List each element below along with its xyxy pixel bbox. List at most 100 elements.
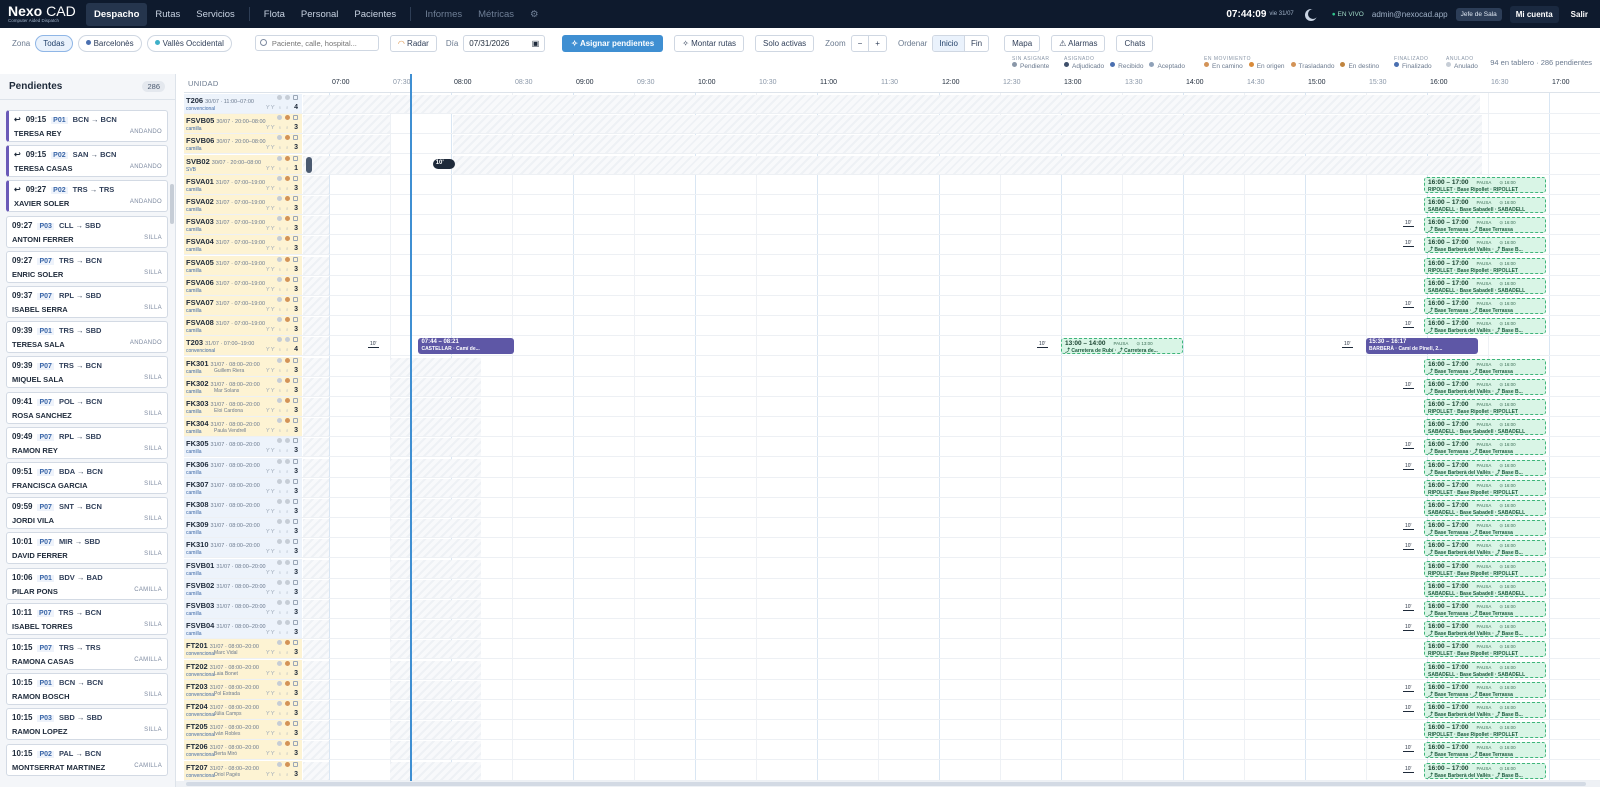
chat-icon[interactable] [293,276,298,282]
unit-label[interactable]: FK307 31/07 · 08:00–20:00 camilla ϒϒ ♁ ♁ 3 [184,477,302,497]
shift-end-marker[interactable] [306,156,312,173]
chat-icon[interactable] [293,579,298,585]
chat-icon[interactable] [293,135,298,141]
chat-icon[interactable] [293,175,298,181]
search-box[interactable] [254,35,379,51]
unit-label[interactable]: FSVA06 31/07 · 07:00–19:00 camilla ϒϒ ♁ ♁ 3 [184,275,302,295]
chat-icon[interactable] [293,680,298,686]
logout-button[interactable]: Salir [1567,6,1592,23]
chat-icon[interactable] [293,701,298,706]
pending-card[interactable]: ↩ 09:15 P01 BCN → BCN TERESA REY ANDANDO [6,110,168,142]
chat-icon[interactable] [293,499,298,504]
pending-card[interactable]: 09:39 P07 TRS → BCN MIQUEL SALA SILLA [6,356,168,389]
unit-label[interactable]: FSVB03 31/07 · 08:00–20:00 camilla ϒϒ ♁ ♁ 3 [184,599,302,618]
unit-label[interactable]: FK304 31/07 · 08:00–20:00 camilla Paula Ven… [184,417,302,437]
nav-tab-rutas[interactable]: Rutas [147,3,188,26]
chat-icon[interactable] [293,539,298,545]
chat-icon[interactable] [293,600,298,605]
pause-block[interactable]: 16:00 – 17:00 PAUSA ⊙ 16:00 ⤴ Base Barberà … [1424,237,1546,254]
pending-card[interactable]: 10:01 P07 MIR → SBD DAVID FERRER SILLA [6,532,168,565]
chats-button[interactable]: Chats [1116,34,1154,52]
unit-label[interactable]: FSVA05 31/07 · 07:00–19:00 camilla ϒϒ ♁ ♁ 3 [184,255,302,275]
pending-card[interactable]: ↩ 09:27 P02 TRS → TRS XAVIER SOLER ANDANDO [6,180,168,213]
zone-pill-0[interactable]: Todas [35,34,73,52]
pending-scrollbar[interactable] [170,184,174,224]
unit-label[interactable]: FK303 31/07 · 08:00–20:00 camilla Eloi Card… [184,397,302,416]
chat-icon[interactable] [293,337,298,343]
trip-block[interactable]: 07:44 – 08:21 CASTELLAR · Camí de... [418,338,514,355]
pending-card[interactable]: 10:06 P01 BDV → BAD PILAR PONS CAMILLA [6,567,168,600]
unit-label[interactable]: FK308 31/07 · 08:00–20:00 camilla ϒϒ ♁ ♁ 3 [184,498,302,517]
unit-label[interactable]: FSVB05 30/07 · 20:00–08:00 camilla ϒϒ ♁ ♁ 3 [184,114,302,134]
unit-label[interactable]: FSVA03 31/07 · 07:00–19:00 camilla ϒϒ ♁ ♁ 3 [184,215,302,235]
zoom-out-button[interactable]: − [852,36,869,51]
settings-gear-icon[interactable]: ⚙ [522,3,547,26]
account-button[interactable]: Mi cuenta [1509,5,1559,23]
nav-tab-informes[interactable]: Informes [417,3,470,26]
pause-block[interactable]: 16:00 – 17:00 PAUSA ⊙ 16:00 RIPOLLET · Base… [1424,722,1546,739]
chat-icon[interactable] [293,640,298,646]
pause-block[interactable]: 13:00 – 14:00 PAUSA ⊙ 13:00 ⤴ Carretera de … [1061,338,1183,355]
pause-block[interactable]: 16:00 – 17:00 PAUSA ⊙ 16:00 SABADELL · Base… [1424,500,1546,516]
pause-block[interactable]: 16:00 – 17:00 PAUSA ⊙ 16:00 RIPOLLET · Base… [1424,560,1546,577]
nav-tab-pacientes[interactable]: Pacientes [346,3,404,26]
pending-card[interactable]: 10:15 P01 BCN → BCN RAMON BOSCH SILLA [6,673,168,706]
unit-label[interactable]: FT203 31/07 · 08:00–20:00 convencional Pol … [184,679,302,699]
unit-label[interactable]: FSVA08 31/07 · 07:00–19:00 camilla ϒϒ ♁ ♁ 3 [184,316,302,336]
only-active-button[interactable]: Solo activas [755,34,815,52]
map-button[interactable]: Mapa [1004,34,1041,52]
assign-pending-button[interactable]: ✧ Asignar pendientes [562,34,664,52]
pending-card[interactable]: 10:15 P07 TRS → TRS RAMONA CASAS CAMILLA [6,638,168,670]
unit-label[interactable]: FSVB02 31/07 · 08:00–20:00 camilla ϒϒ ♁ ♁ 3 [184,578,302,598]
pending-card[interactable]: 10:15 P03 SBD → SBD RAMON LOPEZ SILLA [6,708,168,741]
chat-icon[interactable] [293,236,298,242]
build-routes-button[interactable]: ✧ Montar rutas [674,34,745,52]
pause-block[interactable]: 16:00 – 17:00 PAUSA ⊙ 16:00 SABADELL · Base… [1424,197,1546,213]
chat-icon[interactable] [293,438,298,444]
unit-label[interactable]: FK309 31/07 · 08:00–20:00 camilla ϒϒ ♁ ♁ 3 [184,518,302,538]
unit-label[interactable]: FSVB01 31/07 · 08:00–20:00 camilla ϒϒ ♁ ♁ 3 [184,558,302,578]
pause-block[interactable]: 16:00 – 17:00 PAUSA ⊙ 16:00 RIPOLLET · Base… [1424,176,1546,193]
moon-icon[interactable] [1308,9,1318,19]
unit-label[interactable]: FK301 31/07 · 08:00–20:00 camilla Guillem R… [184,356,302,376]
unit-label[interactable]: FK305 31/07 · 08:00–20:00 camilla ϒϒ ♁ ♁ 3 [184,437,302,457]
pause-block[interactable]: 16:00 – 17:00 PAUSA ⊙ 16:00 SABADELL · Base… [1424,661,1546,678]
pause-block[interactable]: 16:00 – 17:00 PAUSA ⊙ 16:00 ⤴ Base Barberà … [1424,378,1546,395]
unit-label[interactable]: FT206 31/07 · 08:00–20:00 convencional Bert… [184,740,302,760]
pending-card[interactable]: 09:27 P03 CLL → SBD ANTONI FERRER SILLA [6,215,168,248]
unit-label[interactable]: FSVA04 31/07 · 07:00–19:00 camilla ϒϒ ♁ ♁ 3 [184,235,302,255]
pause-block[interactable]: 16:00 – 17:00 PAUSA ⊙ 16:00 ⤴ Base Terrassa… [1424,358,1546,375]
nav-tab-personal[interactable]: Personal [293,3,347,26]
pause-block[interactable]: 16:00 – 17:00 PAUSA ⊙ 16:00 ⤴ Base Terrassa… [1424,217,1546,234]
pause-block[interactable]: 16:00 – 17:00 PAUSA ⊙ 16:00 SABADELL · Base… [1424,277,1546,294]
service-chip[interactable]: 10' [432,158,455,169]
pause-block[interactable]: 16:00 – 17:00 PAUSA ⊙ 16:00 ⤴ Base Terrassa… [1424,439,1546,456]
order-start-button[interactable]: Inicio [933,35,965,51]
nav-tab-métricas[interactable]: Métricas [470,3,522,26]
chat-icon[interactable] [293,398,298,403]
pause-block[interactable]: 16:00 – 17:00 PAUSA ⊙ 16:00 RIPOLLET · Base… [1424,479,1546,496]
pending-card[interactable]: 09:41 P07 POL → BCN ROSA SANCHEZ SILLA [6,391,168,424]
chat-icon[interactable] [293,519,298,525]
nav-tab-servicios[interactable]: Servicios [188,3,243,26]
pause-block[interactable]: 16:00 – 17:00 PAUSA ⊙ 16:00 ⤴ Base Barberà … [1424,621,1546,638]
pause-block[interactable]: 16:00 – 17:00 PAUSA ⊙ 16:00 ⤴ Base Barberà … [1424,540,1546,557]
chat-icon[interactable] [293,95,298,100]
chat-icon[interactable] [293,741,298,747]
pending-card[interactable]: 09:27 P07 TRS → BCN ENRIC SOLER SILLA [6,250,168,283]
pending-card[interactable]: 09:37 P07 RPL → SBD ISABEL SERRA SILLA [6,286,168,318]
pending-card[interactable]: 09:59 P07 SNT → BCN JORDI VILA SILLA [6,497,168,530]
pause-block[interactable]: 16:00 – 17:00 PAUSA ⊙ 16:00 ⤴ Base Terrassa… [1424,298,1546,314]
unit-label[interactable]: FT205 31/07 · 08:00–20:00 convencional Iván… [184,720,302,740]
pending-card[interactable]: 09:51 P07 BDA → BCN FRANCISCA GARCIA SILLA [6,462,168,494]
chat-icon[interactable] [293,458,298,464]
chat-icon[interactable] [293,297,298,302]
chat-icon[interactable] [293,418,298,424]
chat-icon[interactable] [293,155,298,161]
search-input[interactable] [271,36,378,50]
nav-tab-despacho[interactable]: Despacho [86,2,148,26]
unit-label[interactable]: FK310 31/07 · 08:00–20:00 camilla ϒϒ ♁ ♁ 3 [184,538,302,558]
unit-label[interactable]: T203 31/07 · 07:00–19:00 convencional ϒϒ ♁ … [184,336,302,356]
pause-block[interactable]: 16:00 – 17:00 PAUSA ⊙ 16:00 RIPOLLET · Base… [1424,257,1546,274]
pending-card[interactable]: 10:11 P07 TRS → BCN ISABEL TORRES SILLA [6,602,168,635]
